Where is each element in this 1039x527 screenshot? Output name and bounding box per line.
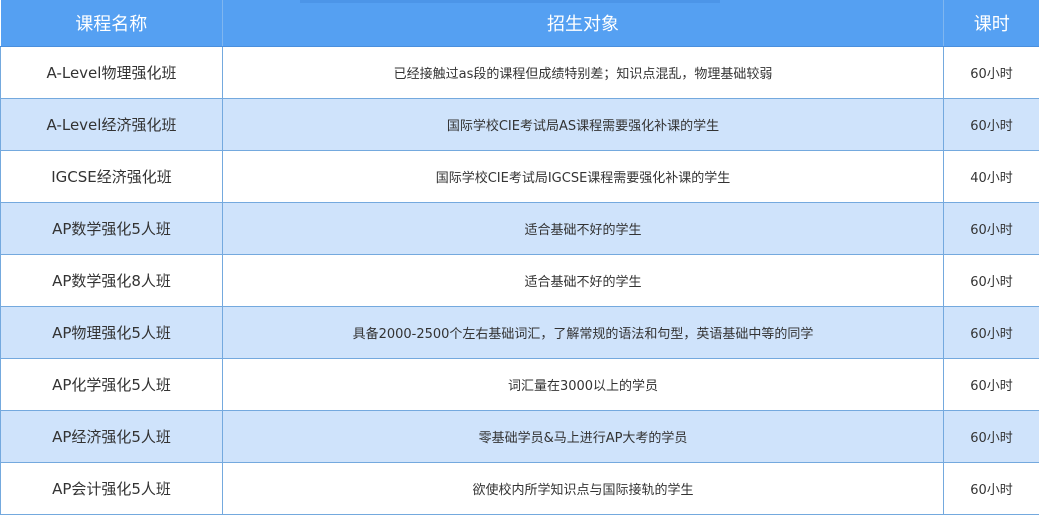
hours-cell: 60小时 [943, 253, 1039, 307]
table-row: AP化学强化5人班 词汇量在3000以上的学员 60小时 [0, 357, 1039, 411]
header-target-students: 招生对象 [222, 0, 944, 47]
hours-cell: 60小时 [943, 409, 1039, 463]
course-table-container: 课程名称 招生对象 课时 A-Level物理强化班 已经接触过as段的课程但成绩… [0, 0, 1039, 527]
course-name-cell: AP会计强化5人班 [0, 461, 223, 515]
header-course-name: 课程名称 [0, 0, 223, 47]
table-row: A-Level物理强化班 已经接触过as段的课程但成绩特别差；知识点混乱，物理基… [0, 45, 1039, 99]
table-body: A-Level物理强化班 已经接触过as段的课程但成绩特别差；知识点混乱，物理基… [0, 45, 1039, 515]
course-name-cell: AP化学强化5人班 [0, 357, 223, 411]
hours-cell: 60小时 [943, 201, 1039, 255]
course-name-cell: A-Level经济强化班 [0, 97, 223, 151]
course-name-cell: AP经济强化5人班 [0, 409, 223, 463]
hours-cell: 60小时 [943, 305, 1039, 359]
target-cell: 词汇量在3000以上的学员 [222, 357, 944, 411]
course-name-cell: AP物理强化5人班 [0, 305, 223, 359]
course-table: 课程名称 招生对象 课时 A-Level物理强化班 已经接触过as段的课程但成绩… [0, 0, 1039, 515]
table-row: AP数学强化5人班 适合基础不好的学生 60小时 [0, 201, 1039, 255]
table-row: IGCSE经济强化班 国际学校CIE考试局IGCSE课程需要强化补课的学生 40… [0, 149, 1039, 203]
header-class-hours: 课时 [943, 0, 1039, 47]
table-row: A-Level经济强化班 国际学校CIE考试局AS课程需要强化补课的学生 60小… [0, 97, 1039, 151]
course-name-cell: IGCSE经济强化班 [0, 149, 223, 203]
target-cell: 欲使校内所学知识点与国际接轨的学生 [222, 461, 944, 515]
course-name-cell: A-Level物理强化班 [0, 45, 223, 99]
course-name-cell: AP数学强化8人班 [0, 253, 223, 307]
target-cell: 零基础学员&马上进行AP大考的学员 [222, 409, 944, 463]
table-header: 课程名称 招生对象 课时 [0, 0, 1039, 47]
course-name-cell: AP数学强化5人班 [0, 201, 223, 255]
hours-cell: 60小时 [943, 45, 1039, 99]
target-cell: 国际学校CIE考试局IGCSE课程需要强化补课的学生 [222, 149, 944, 203]
hours-cell: 40小时 [943, 149, 1039, 203]
hours-cell: 60小时 [943, 97, 1039, 151]
table-row: AP会计强化5人班 欲使校内所学知识点与国际接轨的学生 60小时 [0, 461, 1039, 515]
hours-cell: 60小时 [943, 461, 1039, 515]
top-accent-strip [300, 0, 720, 3]
table-row: AP经济强化5人班 零基础学员&马上进行AP大考的学员 60小时 [0, 409, 1039, 463]
table-row: AP数学强化8人班 适合基础不好的学生 60小时 [0, 253, 1039, 307]
target-cell: 具备2000-2500个左右基础词汇，了解常规的语法和句型，英语基础中等的同学 [222, 305, 944, 359]
target-cell: 适合基础不好的学生 [222, 253, 944, 307]
target-cell: 适合基础不好的学生 [222, 201, 944, 255]
header-row: 课程名称 招生对象 课时 [0, 0, 1039, 47]
target-cell: 国际学校CIE考试局AS课程需要强化补课的学生 [222, 97, 944, 151]
target-cell: 已经接触过as段的课程但成绩特别差；知识点混乱，物理基础较弱 [222, 45, 944, 99]
table-row: AP物理强化5人班 具备2000-2500个左右基础词汇，了解常规的语法和句型，… [0, 305, 1039, 359]
hours-cell: 60小时 [943, 357, 1039, 411]
